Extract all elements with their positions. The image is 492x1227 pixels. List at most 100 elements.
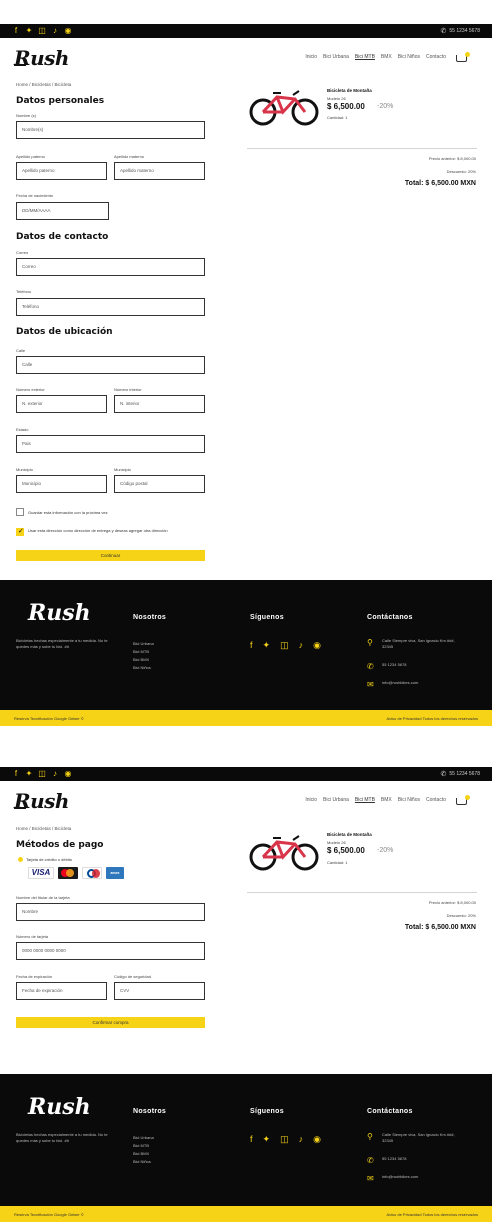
facebook-icon[interactable]: f <box>250 640 253 651</box>
ext-input[interactable]: N. exterior <box>16 395 107 413</box>
tiktok-icon[interactable]: ♪ <box>299 1134 304 1145</box>
footer-link-bmx[interactable]: Bici BMX <box>133 656 154 664</box>
expiration-input[interactable]: Fecha de expiración <box>16 982 107 1000</box>
footer-description-2: Bicicletas hechas especialmente a tu med… <box>16 1132 108 1143</box>
footer-link-urbana[interactable]: Bici Urbana <box>133 1134 154 1142</box>
facebook-icon[interactable]: f <box>12 26 20 36</box>
int-input[interactable]: N. interior <box>114 395 205 413</box>
product-name: Bicicleta de Montaña <box>327 88 372 93</box>
summary-divider <box>247 148 477 149</box>
footer-link-bmx[interactable]: Bici BMX <box>133 1150 154 1158</box>
payment-option-radio[interactable] <box>18 857 23 862</box>
nav-item-urbana[interactable]: Bici Urbana <box>323 797 349 803</box>
cart-icon[interactable] <box>456 52 470 64</box>
nav-item-ninos[interactable]: Bici Niños <box>398 54 420 60</box>
twitter-icon[interactable]: ✦ <box>263 640 271 651</box>
product-price: $ 6,500.00 <box>327 102 365 111</box>
footer-link-mtb[interactable]: Bici MTB <box>133 1142 154 1150</box>
nav-item-contacto[interactable]: Contacto <box>426 54 446 60</box>
last1-input[interactable]: Apellido paterno <box>16 162 107 180</box>
footer-social-icons: f ✦ ◫ ♪ ◉ <box>250 640 321 651</box>
name-label: Nombre (s) <box>16 113 37 118</box>
product-brand: Modelo 26 <box>327 96 346 101</box>
footer-legal[interactable]: Aviso de Privacidad Todos los derechos r… <box>387 716 478 721</box>
tiktok-icon[interactable]: ♪ <box>51 26 59 36</box>
footer-address: ⚲ Calle Siempre viva, San Ignacio Km ###,… <box>367 638 455 649</box>
nav-item-inicio[interactable]: Inicio <box>305 797 317 803</box>
footer-email[interactable]: ✉ info@rushbikes.com <box>367 680 418 689</box>
nav-item-ninos[interactable]: Bici Niños <box>398 797 420 803</box>
tiktok-icon[interactable]: ♪ <box>51 769 59 779</box>
nav-item-contacto[interactable]: Contacto <box>426 797 446 803</box>
birth-label: Fecha de nacimiento <box>16 193 54 198</box>
email-input[interactable]: Correo <box>16 258 205 276</box>
city-input[interactable]: Municipio <box>16 475 107 493</box>
nav-item-mtb[interactable]: Bici MTB <box>355 54 375 60</box>
cvv-input[interactable]: CVV <box>114 982 205 1000</box>
confirm-purchase-button[interactable]: Confirmar compra <box>16 1017 205 1028</box>
footer-logo-2[interactable]: Rush <box>28 1094 91 1120</box>
site-footer-2: Rush Bicicletas hechas especialmente a t… <box>0 1074 492 1206</box>
instagram-icon[interactable]: ◫ <box>280 640 289 651</box>
continue-button[interactable]: Continuar <box>16 550 205 561</box>
last2-input[interactable]: Apellido materno <box>114 162 205 180</box>
product-name-2: Bicicleta de Montaña <box>327 832 372 837</box>
instagram-icon[interactable]: ◫ <box>280 1134 289 1145</box>
footer-logo[interactable]: Rush <box>28 600 91 626</box>
pinterest-icon[interactable]: ◉ <box>313 1134 321 1145</box>
save-info-text: Guardar esta información con la próxima … <box>28 510 108 515</box>
footer-credits-2[interactable]: Reserva Tecnificación Google Geiser © <box>14 1212 84 1217</box>
holder-input[interactable]: Nombre <box>16 903 205 921</box>
main-nav-2: Inicio Bici Urbana Bici MTB BMX Bici Niñ… <box>305 797 446 803</box>
nav-item-bmx[interactable]: BMX <box>381 797 392 803</box>
top-phone[interactable]: ✆ 55 1234 5678 <box>441 27 480 35</box>
pinterest-icon[interactable]: ◉ <box>313 640 321 651</box>
card-number-input[interactable]: 0000 0000 0000 0000 <box>16 942 205 960</box>
name-input[interactable]: Nombre(s) <box>16 121 205 139</box>
footer-link-mtb[interactable]: Bici MTB <box>133 648 154 656</box>
footer-credits[interactable]: Reserva Tecnificación Google Geiser © <box>14 716 84 721</box>
street-input[interactable]: Calle <box>16 356 205 374</box>
footer-link-urbana[interactable]: Bici Urbana <box>133 640 154 648</box>
twitter-icon[interactable]: ✦ <box>263 1134 271 1145</box>
nav-item-inicio[interactable]: Inicio <box>305 54 317 60</box>
instagram-icon[interactable]: ◫ <box>38 26 46 36</box>
top-social-icons-2: f ✦ ◫ ♪ ◉ <box>12 769 72 779</box>
birth-input[interactable]: DD/MM/AAAA <box>16 202 109 220</box>
zip-input[interactable]: Código postal <box>114 475 205 493</box>
top-bar: f ✦ ◫ ♪ ◉ ✆ 55 1234 5678 <box>0 24 492 38</box>
save-info-checkbox[interactable] <box>16 508 24 516</box>
nav-item-mtb[interactable]: Bici MTB <box>355 797 375 803</box>
phone-input[interactable]: Teléfono <box>16 298 205 316</box>
facebook-icon[interactable]: f <box>250 1134 253 1145</box>
pinterest-icon[interactable]: ◉ <box>64 769 72 779</box>
location-icon: ⚲ <box>367 638 373 647</box>
footer-link-ninos[interactable]: Bici Niños <box>133 664 154 672</box>
twitter-icon[interactable]: ✦ <box>25 769 33 779</box>
top-phone-2[interactable]: ✆ 55 1234 5678 <box>441 770 480 778</box>
note-address-checkbox[interactable] <box>16 527 24 536</box>
product-discount-badge: -20% <box>377 103 394 110</box>
nav-item-bmx[interactable]: BMX <box>381 54 392 60</box>
footer-bottom-bar-2: Reserva Tecnificación Google Geiser © Av… <box>0 1206 492 1222</box>
facebook-icon[interactable]: f <box>12 769 20 779</box>
state-input[interactable]: Pais <box>16 435 205 453</box>
cart-icon[interactable] <box>456 795 470 807</box>
footer-link-ninos[interactable]: Bici Niños <box>133 1158 154 1166</box>
location-data-title: Datos de ubicación <box>16 327 113 337</box>
footer-description: Bicicletas hechas especialmente a tu med… <box>16 638 108 649</box>
site-header: Rush Inicio Bici Urbana Bici MTB BMX Bic… <box>0 44 492 72</box>
instagram-icon[interactable]: ◫ <box>38 769 46 779</box>
visa-card-icon: VISA <box>28 867 54 879</box>
nav-item-urbana[interactable]: Bici Urbana <box>323 54 349 60</box>
footer-email-2[interactable]: ✉ info@rushbikes.com <box>367 1174 418 1183</box>
brand-logo-2[interactable]: Rush <box>14 789 69 813</box>
tiktok-icon[interactable]: ♪ <box>299 640 304 651</box>
footer-phone[interactable]: ✆ 55 1234 5678 <box>367 662 406 671</box>
footer-phone-2[interactable]: ✆ 55 1234 5678 <box>367 1156 406 1165</box>
whatsapp-icon: ✆ <box>440 28 447 35</box>
brand-logo[interactable]: Rush <box>14 46 69 70</box>
footer-legal-2[interactable]: Aviso de Privacidad Todos los derechos r… <box>387 1212 478 1217</box>
pinterest-icon[interactable]: ◉ <box>64 26 72 36</box>
twitter-icon[interactable]: ✦ <box>25 26 33 36</box>
